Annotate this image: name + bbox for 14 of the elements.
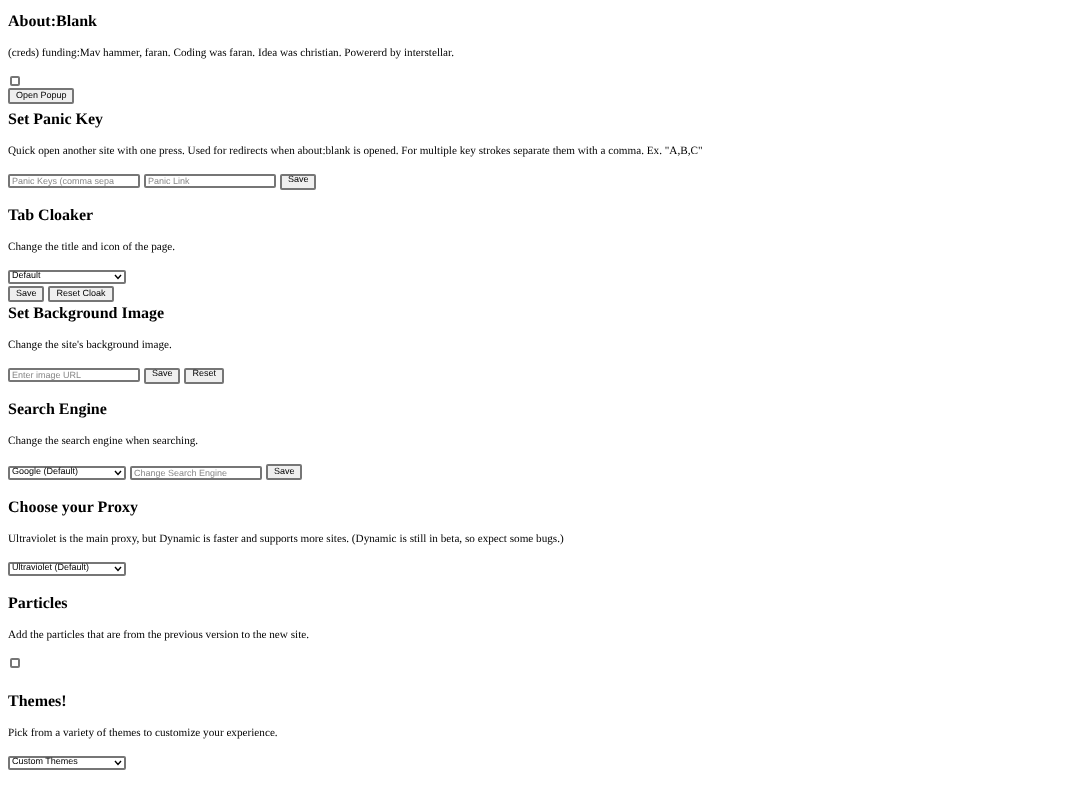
checkbox[interactable] <box>10 658 20 668</box>
section-heading: Set Background Image <box>8 303 167 323</box>
checkbox[interactable] <box>10 76 20 86</box>
section-heading: Themes! <box>8 691 69 711</box>
section-heading: Set Panic Key <box>8 109 106 129</box>
section-heading: Tab Cloaker <box>8 206 96 226</box>
section-heading: Choose your Proxy <box>8 497 141 517</box>
section-heading: Particles <box>8 594 70 614</box>
chevron-down-icon <box>114 759 122 765</box>
section-heading: About:Blank <box>8 12 99 32</box>
chevron-down-icon <box>114 469 122 475</box>
section-heading: Search Engine <box>8 400 109 420</box>
chevron-down-icon <box>114 274 122 280</box>
chevron-down-icon <box>114 565 122 571</box>
